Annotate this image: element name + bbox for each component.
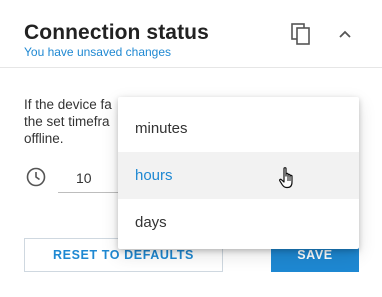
collapse-button[interactable]: [331, 20, 359, 48]
connection-status-card: Connection status You have unsaved chang…: [0, 0, 382, 297]
hand-pointer-cursor: [279, 167, 293, 189]
copy-icon: [291, 23, 310, 45]
clock-icon: [26, 167, 46, 187]
chevron-up-icon: [339, 30, 351, 38]
unsaved-changes-notice: You have unsaved changes: [24, 45, 172, 59]
copy-button[interactable]: [287, 20, 315, 48]
card-header: Connection status You have unsaved chang…: [0, 0, 382, 68]
option-days[interactable]: days: [118, 199, 359, 246]
card-title: Connection status: [24, 21, 209, 44]
time-unit-dropdown: minutes hours days: [118, 97, 359, 249]
option-minutes[interactable]: minutes: [118, 105, 359, 152]
option-hours[interactable]: hours: [118, 152, 359, 199]
